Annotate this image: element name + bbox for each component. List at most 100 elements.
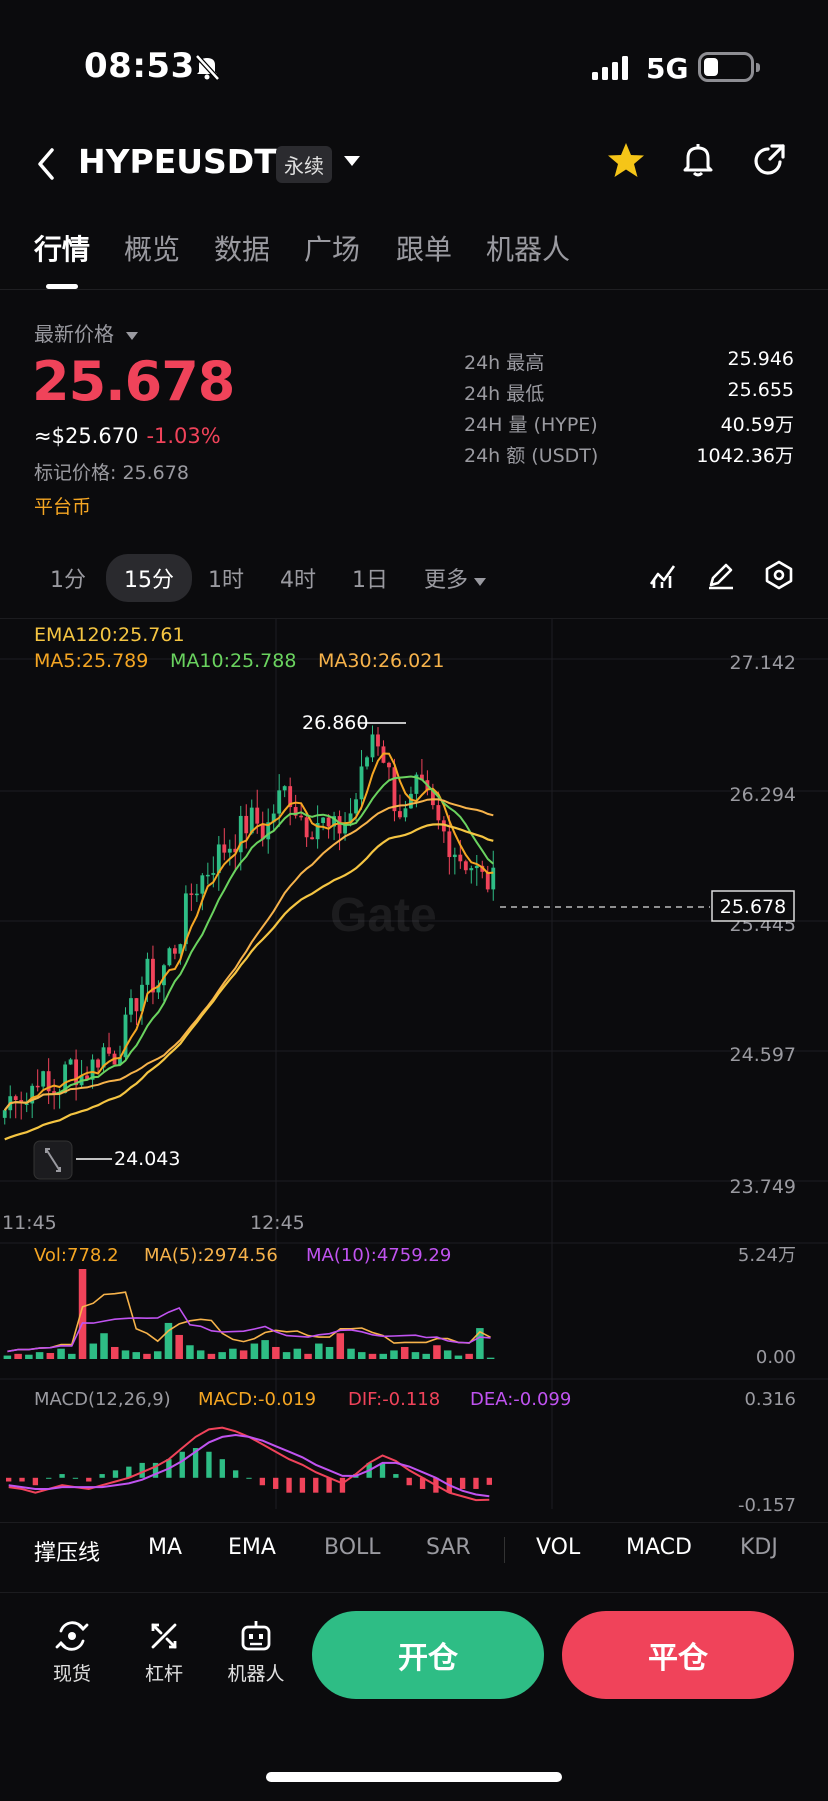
stat-low: 24h 最低 25.655	[464, 379, 794, 410]
indicator-divider	[504, 1537, 505, 1563]
tab-overview[interactable]: 概览	[124, 228, 180, 268]
share-icon[interactable]	[750, 140, 790, 180]
price-change: -1.03%	[146, 424, 221, 448]
volume-bar	[315, 1343, 323, 1359]
usd-price: ≈$25.670	[34, 424, 139, 448]
ind-kdj[interactable]: KDJ	[740, 1535, 778, 1560]
kline-chart-svg[interactable]: Gate EMA120:25.761 MA5:25.789 MA10:25.78…	[0, 619, 828, 1519]
tf-1m[interactable]: 1分	[50, 562, 86, 594]
macd-hist-bar	[206, 1451, 212, 1478]
ind-boll[interactable]: BOLL	[324, 1535, 381, 1560]
candle-body	[392, 767, 397, 812]
y-tick: 23.749	[730, 1176, 796, 1198]
volume-bar	[3, 1355, 12, 1359]
legend-vol: Vol:778.2	[34, 1245, 119, 1266]
candle-body	[13, 1096, 18, 1101]
macd-hist-bar	[6, 1477, 12, 1482]
candle-body	[299, 815, 304, 818]
volume-bar	[132, 1352, 140, 1359]
ind-ema[interactable]: EMA	[228, 1535, 276, 1560]
platform-coin-tag[interactable]: 平台币	[34, 492, 91, 519]
indicator-settings-icon[interactable]	[648, 560, 678, 590]
ind-macd[interactable]: MACD	[626, 1535, 692, 1560]
stat-value: 25.655	[727, 379, 794, 401]
candle-body	[107, 1047, 111, 1054]
latest-price-label: 最新价格	[34, 322, 114, 346]
macd-hist-bar	[406, 1477, 412, 1486]
draw-pen-icon[interactable]	[706, 560, 736, 590]
candle-body	[2, 1110, 7, 1118]
kline-chart[interactable]: Gate EMA120:25.761 MA5:25.789 MA10:25.78…	[0, 618, 828, 1518]
tab-market[interactable]: 行情	[34, 228, 90, 268]
alert-bell-icon[interactable]	[678, 140, 718, 180]
favorite-star-icon[interactable]	[606, 140, 646, 180]
volume-bar	[207, 1353, 216, 1359]
back-icon[interactable]	[30, 144, 64, 184]
ema120-line	[4, 823, 494, 1141]
nav-spot[interactable]: 现货	[32, 1617, 112, 1686]
volume-bar	[486, 1357, 495, 1359]
volume-bar	[229, 1348, 237, 1359]
macd-hist-bar	[99, 1474, 105, 1478]
candle-body	[491, 867, 496, 890]
macd-hist-bar	[286, 1477, 292, 1493]
volume-bar	[57, 1348, 65, 1359]
tf-1d[interactable]: 1日	[352, 562, 388, 594]
contract-type-badge: 永续	[276, 146, 332, 183]
candle-body	[398, 811, 402, 818]
nav-leverage[interactable]: 杠杆	[124, 1617, 204, 1686]
battery-icon	[698, 52, 760, 82]
tab-bot[interactable]: 机器人	[486, 228, 570, 268]
candle-body	[463, 861, 468, 871]
y-tick: 24.597	[730, 1044, 796, 1066]
y-tick: 26.294	[730, 784, 796, 806]
legend-ema120: EMA120:25.761	[34, 624, 185, 646]
volume-bar	[379, 1353, 387, 1359]
candle-body	[447, 831, 452, 858]
network-type: 5G	[646, 52, 689, 85]
ind-support-resistance[interactable]: 撑压线	[34, 1535, 100, 1567]
leverage-icon	[151, 1623, 177, 1649]
candle-body	[485, 871, 490, 890]
volume-bar	[121, 1350, 130, 1359]
ind-vol[interactable]: VOL	[536, 1535, 580, 1560]
latest-price-selector[interactable]: 最新价格	[34, 318, 139, 347]
nav-leverage-label: 杠杆	[144, 1663, 183, 1685]
nav-spot-label: 现货	[52, 1663, 91, 1685]
ind-ma[interactable]: MA	[148, 1535, 182, 1560]
candle-body	[469, 868, 474, 871]
volume-bar	[239, 1350, 248, 1359]
volume-bar	[250, 1343, 259, 1359]
macd-hist-bar	[246, 1477, 252, 1479]
candle-body	[189, 893, 194, 895]
volume-bar	[153, 1351, 162, 1359]
tf-4h[interactable]: 4时	[280, 562, 316, 594]
nav-robot[interactable]: 机器人	[216, 1617, 296, 1686]
volume-bar	[46, 1352, 55, 1359]
nav-robot-label: 机器人	[227, 1663, 285, 1685]
last-price: 25.678	[32, 350, 235, 413]
candle-body	[227, 848, 232, 853]
macd-hist-bar	[326, 1477, 332, 1493]
pair-title[interactable]: HYPEUSDT	[78, 142, 277, 181]
ind-sar[interactable]: SAR	[426, 1535, 471, 1560]
stat-label: 24h 最高	[464, 352, 545, 374]
active-tab-indicator	[46, 284, 78, 289]
chart-settings-icon[interactable]	[764, 560, 794, 590]
tf-1h[interactable]: 1时	[208, 562, 244, 594]
expand-chart-icon[interactable]	[33, 1140, 73, 1180]
open-position-button[interactable]: 开仓	[312, 1611, 544, 1699]
tf-more[interactable]: 更多	[424, 562, 487, 594]
tab-copy-trading[interactable]: 跟单	[396, 228, 452, 268]
close-position-button[interactable]: 平仓	[562, 1611, 794, 1699]
tab-square[interactable]: 广场	[304, 228, 360, 268]
tf-15m[interactable]: 15分	[106, 554, 192, 602]
tab-data[interactable]: 数据	[214, 228, 270, 268]
volume-bar	[411, 1352, 420, 1359]
vol-y-tick: 0.00	[756, 1347, 796, 1368]
spot-icon	[55, 1621, 89, 1651]
candle-body	[376, 734, 380, 747]
macd-hist-bar	[86, 1477, 92, 1482]
x-tick: 12:45	[250, 1212, 305, 1234]
pair-dropdown-icon[interactable]	[344, 156, 360, 168]
